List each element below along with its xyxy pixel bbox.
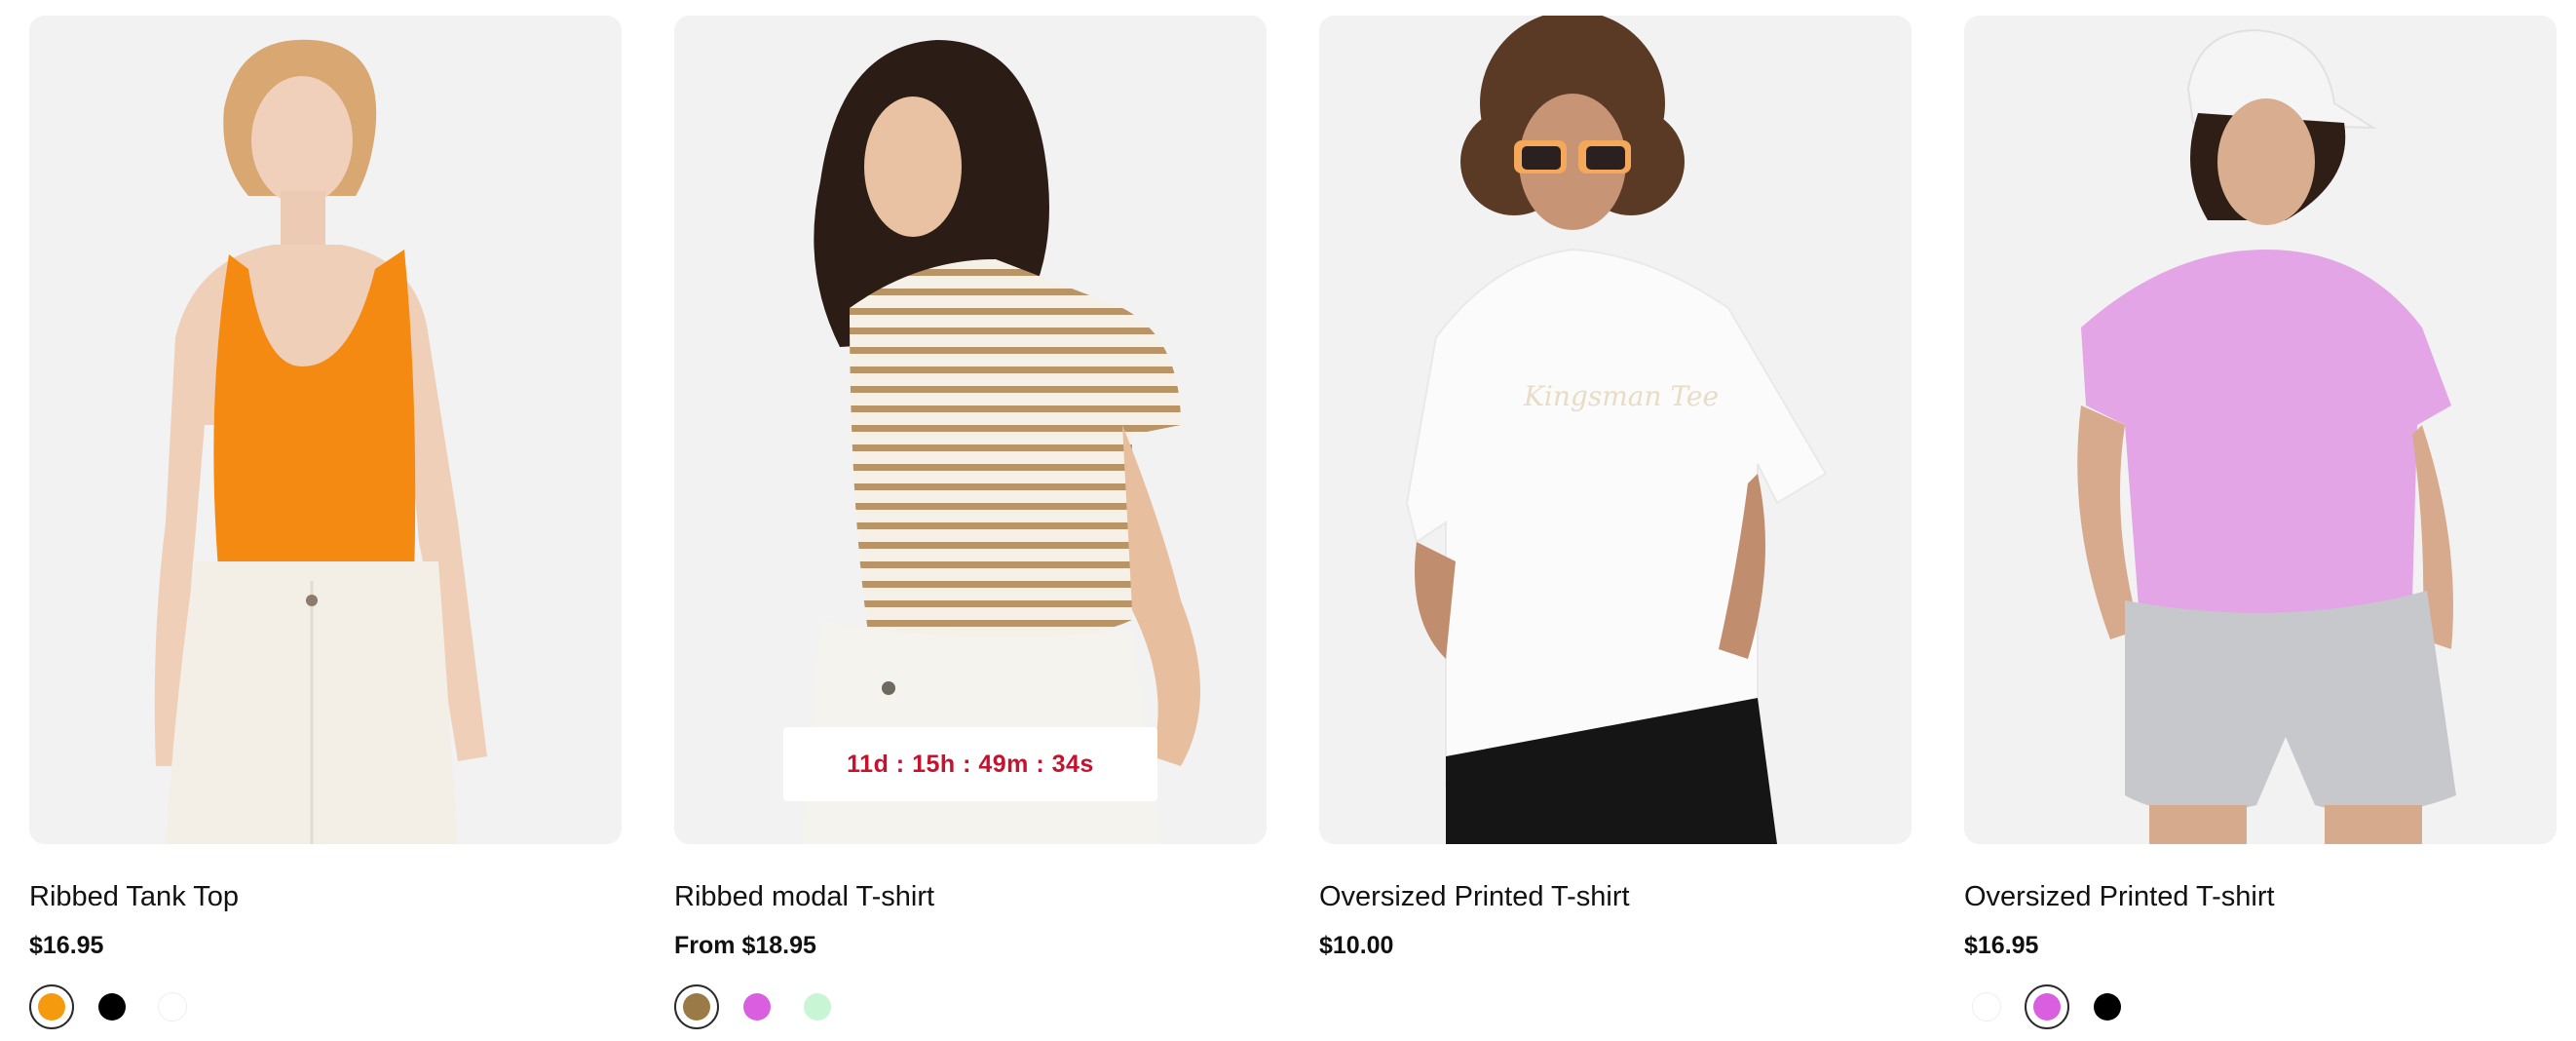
color-swatch-mint[interactable] xyxy=(795,984,840,1029)
model-white-oversized-tshirt-illustration: Kingsman Tee xyxy=(1319,16,1912,844)
product-card[interactable]: Oversized Printed T-shirt $16.95 xyxy=(1964,16,2557,1029)
product-grid: Ribbed Tank Top $16.95 11d: 15h: 49m:… xyxy=(29,16,2557,1029)
product-image[interactable]: Kingsman Tee xyxy=(1319,16,1912,844)
color-swatch-purple[interactable] xyxy=(2025,984,2069,1029)
model-lilac-tshirt-illustration xyxy=(1964,16,2557,844)
product-price: $16.95 xyxy=(1964,932,2039,959)
model-orange-tank-illustration xyxy=(29,16,622,844)
product-price: $10.00 xyxy=(1319,932,1394,959)
product-price: $16.95 xyxy=(29,932,104,959)
countdown-timer: 11d : 15h : 49m : 34s xyxy=(783,727,1157,801)
product-image[interactable]: 11d : 15h : 49m : 34s xyxy=(674,16,1267,844)
product-title[interactable]: Oversized Printed T-shirt xyxy=(1964,879,2557,914)
color-swatch-purple[interactable] xyxy=(735,984,779,1029)
product-title[interactable]: Ribbed modal T-shirt xyxy=(674,879,1267,914)
product-image[interactable] xyxy=(1964,16,2557,844)
model-striped-tshirt-illustration xyxy=(674,16,1267,844)
product-image[interactable] xyxy=(29,16,622,844)
color-swatch-orange[interactable] xyxy=(29,984,74,1029)
color-swatch-white[interactable] xyxy=(1964,984,2009,1029)
svg-text:Kingsman Tee: Kingsman Tee xyxy=(1523,380,1719,412)
product-card[interactable]: 11d : 15h : 49m : 34s Ribbed modal T-shi… xyxy=(674,16,1267,1029)
color-swatches xyxy=(29,984,622,1029)
product-title[interactable]: Oversized Printed T-shirt xyxy=(1319,879,1912,914)
product-card[interactable]: Kingsman Tee Oversized Printed T-shirt $… xyxy=(1319,16,1912,1029)
product-price: From $18.95 xyxy=(674,932,816,959)
color-swatches xyxy=(1319,984,1912,1029)
color-swatch-brown[interactable] xyxy=(674,984,719,1029)
color-swatches xyxy=(1964,984,2557,1029)
color-swatch-white[interactable] xyxy=(150,984,195,1029)
color-swatch-black[interactable] xyxy=(2085,984,2130,1029)
product-card[interactable]: Ribbed Tank Top $16.95 xyxy=(29,16,622,1029)
product-title[interactable]: Ribbed Tank Top xyxy=(29,879,622,914)
color-swatches xyxy=(674,984,1267,1029)
color-swatch-black[interactable] xyxy=(90,984,134,1029)
